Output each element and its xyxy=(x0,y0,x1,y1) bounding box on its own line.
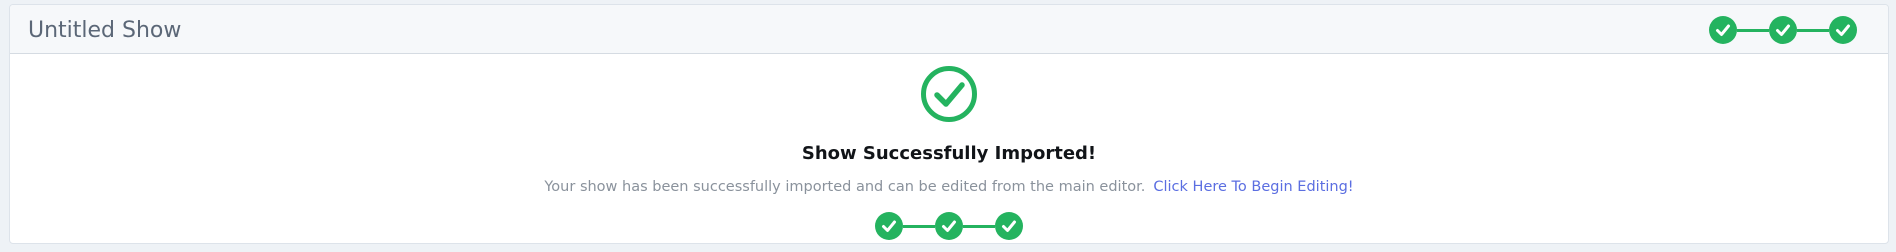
step-2-complete-icon xyxy=(935,212,963,240)
step-connector xyxy=(903,224,935,228)
begin-editing-link[interactable]: Click Here To Begin Editing! xyxy=(1153,179,1353,195)
step-3-complete-icon xyxy=(995,212,1023,240)
step-1-complete-icon xyxy=(875,212,903,240)
body-step-indicator xyxy=(875,212,1023,240)
step-2-complete-icon xyxy=(1769,16,1797,44)
success-message-line: Your show has been successfully imported… xyxy=(10,178,1888,196)
success-heading: Show Successfully Imported! xyxy=(801,143,1097,164)
step-3-complete-icon xyxy=(1829,16,1857,44)
step-connector xyxy=(1737,28,1769,32)
import-status-panel: Untitled Show Show Successfully Imported… xyxy=(9,4,1889,244)
panel-header: Untitled Show xyxy=(10,5,1888,54)
step-connector xyxy=(963,224,995,228)
header-step-indicator xyxy=(1709,16,1857,44)
step-1-complete-icon xyxy=(1709,16,1737,44)
show-title: Untitled Show xyxy=(28,18,182,43)
check-circle-icon xyxy=(921,66,977,122)
success-message: Your show has been successfully imported… xyxy=(544,179,1146,195)
step-connector xyxy=(1797,28,1829,32)
